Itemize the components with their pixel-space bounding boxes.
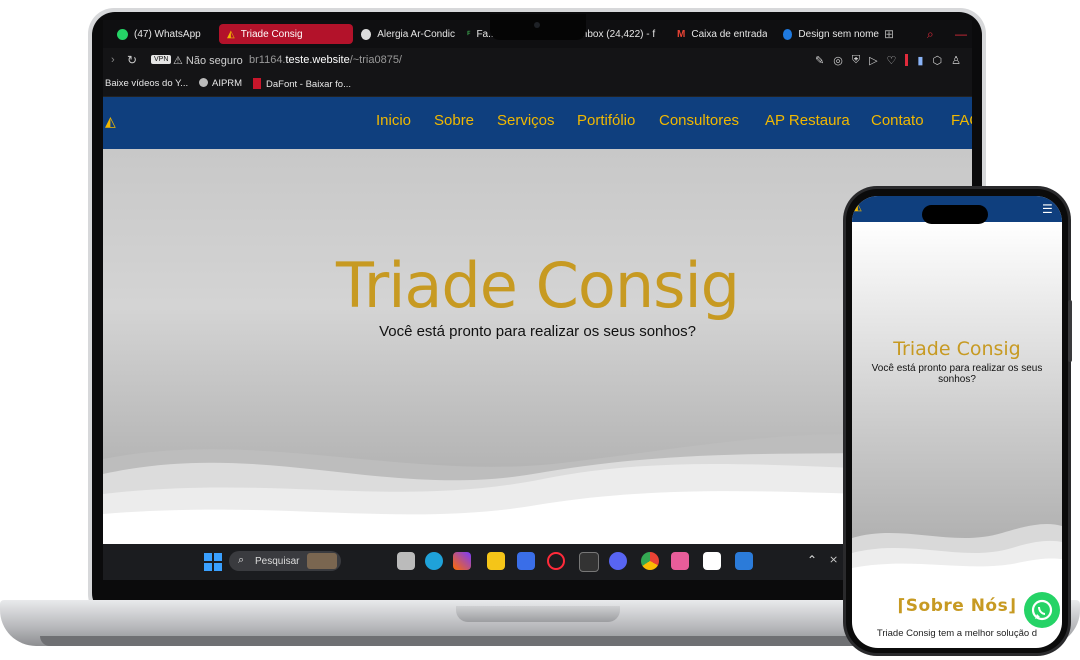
url-path: /~tria0875/ bbox=[349, 54, 402, 66]
nav-portifolio[interactable]: Portifólio bbox=[577, 112, 635, 129]
shield-icon[interactable]: ⛨ bbox=[852, 54, 860, 67]
nav-servicos[interactable]: Serviços bbox=[497, 112, 555, 129]
tab-label: Caixa de entrada bbox=[691, 28, 767, 40]
bookmark-item[interactable]: AIPRM bbox=[199, 78, 242, 89]
security-warning[interactable]: ⚠ Não seguro bbox=[173, 54, 243, 67]
tab-label: Design sem nome bbox=[798, 28, 879, 40]
edge-icon[interactable] bbox=[425, 552, 443, 570]
phone-wave-decoration bbox=[852, 524, 1062, 578]
phone-section-text: Triade Consig tem a melhor solução d bbox=[876, 628, 1038, 639]
phone-hero: Triade Consig Você está pronto para real… bbox=[852, 222, 1062, 578]
tab-label: Alergia Ar-Condic bbox=[377, 28, 455, 40]
whatsapp-icon bbox=[117, 28, 128, 40]
hero-section: Triade Consig Você está pronto para real… bbox=[103, 149, 972, 544]
tab-whatsapp[interactable]: (47) WhatsApp bbox=[117, 24, 217, 44]
minimize-icon[interactable]: — bbox=[955, 24, 969, 44]
phone-dynamic-island bbox=[922, 205, 988, 224]
bookmark-label: AIPRM bbox=[212, 78, 243, 89]
hero-title: Triade Consig bbox=[335, 249, 740, 322]
search-icon: ⌕ bbox=[238, 554, 245, 566]
tab-label: (47) WhatsApp bbox=[134, 28, 201, 40]
opera-icon[interactable] bbox=[547, 552, 565, 570]
url-prefix: br1164. bbox=[249, 54, 286, 66]
hero-subtitle: Você está pronto para realizar os seus s… bbox=[379, 323, 696, 340]
tab-triade-consig[interactable]: ◭ Triade Consig bbox=[219, 24, 353, 44]
bookmark-item[interactable]: Baixe vídeos do Y... bbox=[105, 78, 188, 89]
nav-sobre[interactable]: Sobre bbox=[434, 112, 474, 129]
triade-logo-icon: ◭ bbox=[227, 28, 235, 40]
capcut-icon[interactable] bbox=[703, 552, 721, 570]
tab-inbox[interactable]: Inbox (24,422) - f bbox=[579, 24, 671, 44]
document-icon[interactable]: ▮ bbox=[917, 54, 923, 67]
phone-hero-subtitle: Você está pronto para realizar os seus s… bbox=[871, 363, 1043, 385]
site-logo-icon[interactable]: ◭ bbox=[854, 202, 862, 213]
tab-label: Triade Consig bbox=[240, 28, 303, 40]
tab-label: Inbox (24,422) - f bbox=[579, 28, 656, 40]
terminal-icon[interactable] bbox=[579, 552, 599, 572]
new-tab-button[interactable]: ⊞ bbox=[881, 24, 897, 44]
nav-inicio[interactable]: Inicio bbox=[376, 112, 411, 129]
site-logo-icon[interactable]: ◭ bbox=[105, 113, 116, 130]
forward-icon[interactable]: › bbox=[111, 54, 115, 66]
outlook-icon[interactable] bbox=[735, 552, 753, 570]
profile-icon[interactable]: ♙ bbox=[951, 54, 961, 67]
discord-icon[interactable] bbox=[609, 552, 627, 570]
whatsapp-float-button[interactable] bbox=[1024, 592, 1060, 628]
taskbar-search[interactable]: ⌕ Pesquisar bbox=[229, 551, 341, 571]
chrome-icon[interactable] bbox=[641, 552, 659, 570]
file-explorer-icon[interactable] bbox=[487, 552, 505, 570]
nav-ap-restaura[interactable]: AP Restaura bbox=[765, 112, 850, 129]
site-navbar: ◭ Inicio Sobre Serviços Portifólio Consu… bbox=[103, 97, 972, 149]
section-title-text: Sobre Nós bbox=[905, 596, 1009, 616]
bookmark-item[interactable]: DaFont - Baixar fo... bbox=[253, 78, 351, 90]
whatsapp-icon bbox=[1031, 599, 1053, 621]
nav-contato[interactable]: Contato bbox=[871, 112, 924, 129]
phone-hero-title: Triade Consig bbox=[893, 338, 1021, 360]
network-icon[interactable]: ⨯ bbox=[829, 553, 838, 566]
camera-icon[interactable]: ◎ bbox=[833, 54, 843, 67]
tab-alergia[interactable]: Alergia Ar-Condic bbox=[361, 24, 455, 44]
dafont-icon bbox=[253, 78, 261, 89]
copilot-icon[interactable] bbox=[453, 552, 471, 570]
reload-icon[interactable]: ↻ bbox=[127, 53, 137, 67]
store-icon[interactable] bbox=[517, 552, 535, 570]
laptop-screen: (47) WhatsApp ◭ Triade Consig Alergia Ar… bbox=[103, 20, 972, 580]
app-icon[interactable] bbox=[671, 552, 689, 570]
aiprm-icon bbox=[199, 78, 208, 87]
url-field[interactable]: br1164.teste.website/~tria0875/ bbox=[249, 54, 402, 66]
laptop-camera bbox=[534, 22, 540, 28]
url-domain: teste.website bbox=[285, 54, 350, 66]
windows-taskbar: ⌕ Pesquisar ⌃ ⨯ bbox=[103, 544, 972, 580]
cube-icon[interactable]: ⬡ bbox=[932, 54, 942, 67]
browser-toolbar-icons: ✎ ◎ ⛨ ▷ ♡ ▮ ⬡ ♙ bbox=[815, 54, 961, 67]
chevron-up-icon[interactable]: ⌃ bbox=[807, 553, 817, 567]
search-highlight-icon bbox=[307, 553, 337, 569]
address-bar-row: › ↻ VPN ⚠ Não seguro br1164.teste.websit… bbox=[103, 48, 972, 74]
bookmarks-bar: Baixe vídeos do Y... AIPRM DaFont - Baix… bbox=[103, 74, 972, 97]
search-tabs-icon[interactable]: ⌕ bbox=[927, 24, 941, 44]
tab-gmail[interactable]: M Caixa de entrada bbox=[677, 24, 767, 44]
nav-consultores[interactable]: Consultores bbox=[659, 112, 739, 129]
nav-faq[interactable]: FAQ bbox=[951, 112, 972, 129]
heart-icon[interactable]: ♡ bbox=[887, 54, 897, 67]
edit-icon[interactable]: ✎ bbox=[815, 54, 824, 67]
hero-wave-decoration bbox=[103, 434, 972, 544]
hamburger-menu-icon[interactable]: ☰ bbox=[1042, 202, 1053, 216]
gmail-icon: M bbox=[677, 28, 686, 40]
phone-screen: ◭ ☰ Triade Consig Você está pronto para … bbox=[852, 196, 1062, 648]
tab-design[interactable]: Design sem nome bbox=[783, 24, 879, 44]
globe-icon bbox=[361, 28, 372, 40]
search-placeholder: Pesquisar bbox=[255, 556, 300, 567]
vpn-badge[interactable]: VPN bbox=[151, 55, 172, 64]
windows-start-icon[interactable] bbox=[204, 553, 222, 571]
divider bbox=[905, 54, 909, 66]
laptop-lid-groove bbox=[456, 606, 620, 622]
canva-icon bbox=[783, 28, 793, 40]
bookmark-label: DaFont - Baixar fo... bbox=[266, 79, 352, 90]
task-view-icon[interactable] bbox=[397, 552, 415, 570]
send-icon[interactable]: ▷ bbox=[869, 54, 877, 67]
phone-side-button bbox=[1068, 300, 1072, 362]
figma-icon: ꟳ bbox=[467, 30, 471, 41]
